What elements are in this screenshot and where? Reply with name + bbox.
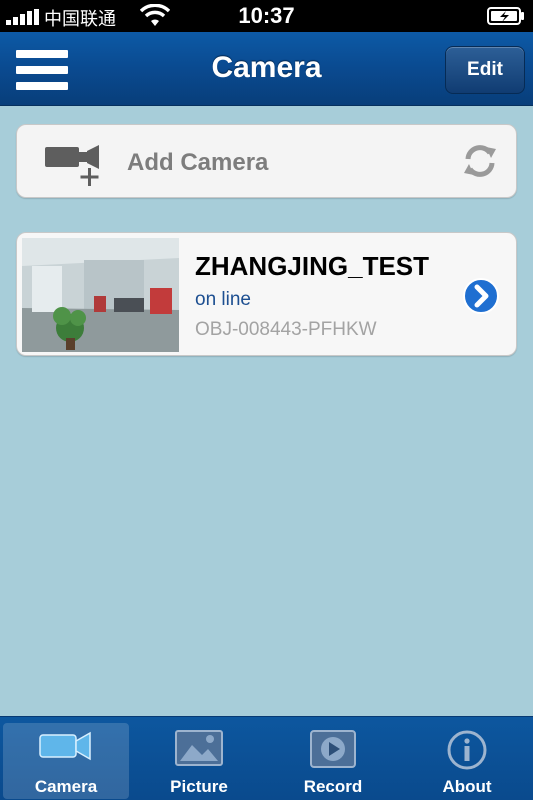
edit-button[interactable]: Edit (445, 46, 525, 94)
info-icon (447, 730, 487, 770)
menu-icon[interactable] (16, 50, 68, 90)
battery-charging-icon (487, 7, 524, 25)
tab-bar: Camera Picture Record About (0, 716, 533, 800)
camera-add-icon (45, 145, 99, 186)
camera-status: on line (195, 289, 251, 310)
navigation-bar: Camera Edit (0, 32, 533, 106)
status-bar: 中国联通 10:37 (0, 0, 533, 32)
tab-label: Record (303, 777, 363, 796)
tab-label: Picture (170, 777, 228, 796)
record-icon (310, 730, 356, 768)
add-camera-label: Add Camera (127, 149, 269, 176)
status-time: 10:37 (238, 3, 295, 28)
camera-list-item[interactable]: ZHANGJING_TEST on line OBJ-008443-PFHKW (16, 232, 517, 356)
camera-icon (39, 731, 91, 761)
picture-icon (175, 730, 223, 766)
tab-label: About (442, 777, 492, 796)
refresh-icon[interactable] (460, 141, 500, 181)
camera-name: ZHANGJING_TEST (195, 251, 430, 281)
camera-id: OBJ-008443-PFHKW (195, 319, 377, 340)
camera-thumbnail (22, 238, 179, 352)
tab-record[interactable]: Record (270, 723, 396, 799)
add-camera-row[interactable]: Add Camera (16, 124, 517, 198)
tab-camera[interactable]: Camera (3, 723, 129, 799)
tab-label: Camera (34, 777, 98, 796)
tab-about[interactable]: About (404, 723, 530, 799)
tab-picture[interactable]: Picture (136, 723, 262, 799)
chevron-right-icon[interactable] (462, 277, 500, 315)
